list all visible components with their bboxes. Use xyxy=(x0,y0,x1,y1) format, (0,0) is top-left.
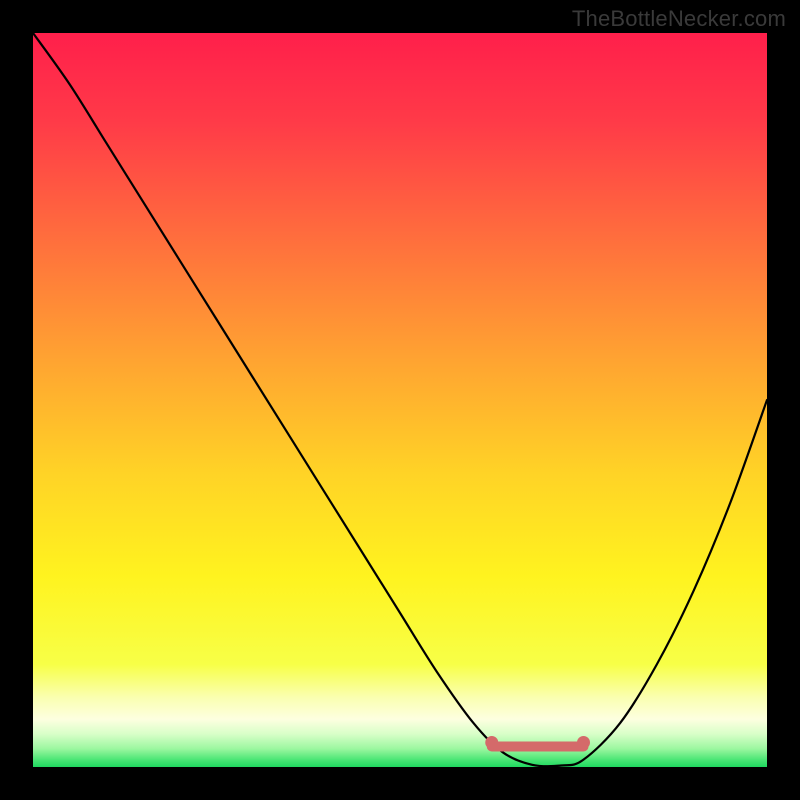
watermark-text: TheBottleNecker.com xyxy=(572,6,786,32)
chart-plot-area xyxy=(33,33,767,767)
bottleneck-line xyxy=(33,33,767,767)
